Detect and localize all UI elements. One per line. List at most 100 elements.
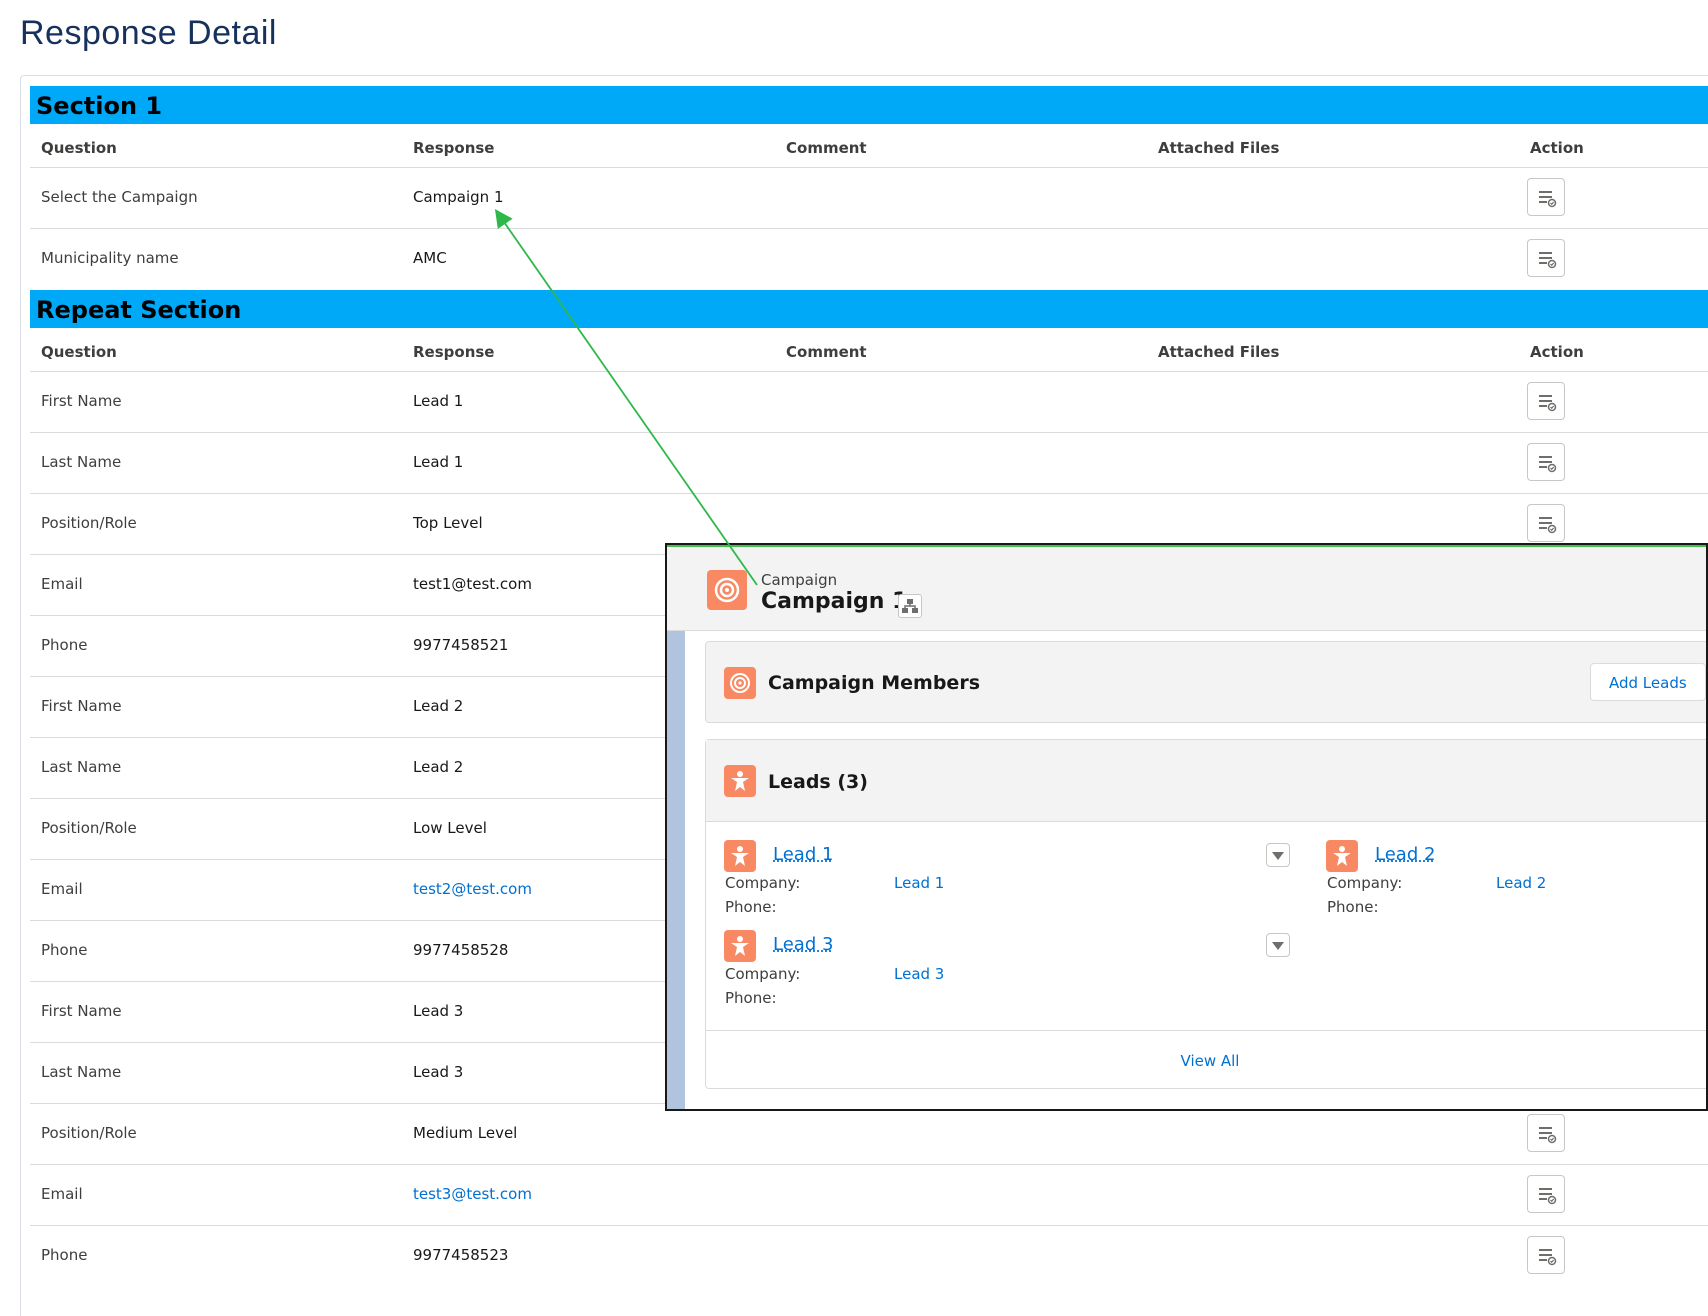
action-icon bbox=[1539, 395, 1557, 412]
response-cell: Top Level bbox=[413, 514, 483, 532]
lead-icon bbox=[724, 840, 756, 872]
response-cell: 9977458521 bbox=[413, 636, 509, 654]
column-attached-files: Attached Files bbox=[1158, 139, 1280, 157]
page-title: Response Detail bbox=[20, 14, 277, 52]
table-row: Municipality name AMC bbox=[30, 228, 1708, 289]
column-comment: Comment bbox=[786, 139, 867, 157]
response-cell: 9977458523 bbox=[413, 1246, 509, 1264]
question-cell: Municipality name bbox=[41, 249, 179, 267]
response-cell: Campaign 1 bbox=[413, 188, 504, 206]
phone-label: Phone: bbox=[1327, 898, 1379, 916]
table-row: Last Name Lead 1 bbox=[30, 432, 1708, 493]
column-response: Response bbox=[413, 139, 495, 157]
action-icon bbox=[1539, 191, 1557, 208]
view-all-link[interactable]: View All bbox=[706, 1052, 1706, 1070]
lead-icon bbox=[724, 765, 756, 797]
question-cell: Last Name bbox=[41, 453, 122, 471]
table-row: First Name Lead 1 bbox=[30, 371, 1708, 432]
question-cell: Email bbox=[41, 575, 83, 593]
section-1-header: Section 1 bbox=[30, 86, 1708, 124]
question-cell: Phone bbox=[41, 941, 88, 959]
response-cell: Low Level bbox=[413, 819, 487, 837]
campaign-members-card: Campaign Members Add Leads bbox=[705, 641, 1706, 723]
lead-icon bbox=[724, 930, 756, 962]
question-cell: Phone bbox=[41, 636, 88, 654]
column-question: Question bbox=[41, 139, 117, 157]
lead-icon bbox=[1326, 840, 1358, 872]
campaign-record-header: Campaign Campaign 1 bbox=[667, 545, 1706, 631]
action-button[interactable] bbox=[1527, 504, 1565, 542]
action-button[interactable] bbox=[1527, 1236, 1565, 1274]
response-cell[interactable]: test3@test.com bbox=[413, 1185, 532, 1203]
leads-card-title: Leads (3) bbox=[768, 771, 868, 793]
question-cell: Select the Campaign bbox=[41, 188, 198, 206]
response-cell: Medium Level bbox=[413, 1124, 518, 1142]
response-cell: Lead 3 bbox=[413, 1002, 464, 1020]
lead-actions-menu[interactable] bbox=[1266, 933, 1290, 957]
response-cell[interactable]: test2@test.com bbox=[413, 880, 532, 898]
campaign-popup: Campaign Campaign 1 Campaign Members Add… bbox=[665, 543, 1708, 1111]
question-cell: First Name bbox=[41, 1002, 122, 1020]
action-icon bbox=[1539, 1249, 1557, 1266]
company-label: Company: bbox=[725, 874, 801, 892]
response-cell: 9977458528 bbox=[413, 941, 509, 959]
column-question: Question bbox=[41, 343, 117, 361]
add-leads-button[interactable]: Add Leads bbox=[1590, 663, 1706, 701]
campaign-members-title: Campaign Members bbox=[768, 672, 980, 694]
question-cell: Phone bbox=[41, 1246, 88, 1264]
column-action: Action bbox=[1530, 343, 1584, 361]
lead-actions-menu[interactable] bbox=[1266, 843, 1290, 867]
action-button[interactable] bbox=[1527, 443, 1565, 481]
response-cell: AMC bbox=[413, 249, 447, 267]
column-attached-files: Attached Files bbox=[1158, 343, 1280, 361]
lead-link[interactable]: Lead 2 bbox=[1375, 844, 1435, 865]
question-cell: First Name bbox=[41, 697, 122, 715]
table-row: Position/Role Medium Level bbox=[30, 1103, 1708, 1164]
action-button[interactable] bbox=[1527, 178, 1565, 216]
action-icon bbox=[1539, 517, 1557, 534]
record-object-type: Campaign bbox=[761, 571, 838, 589]
company-label: Company: bbox=[1327, 874, 1403, 892]
table-row: Select the Campaign Campaign 1 bbox=[30, 167, 1708, 228]
card-divider bbox=[706, 1030, 1706, 1031]
lead-link[interactable]: Lead 1 bbox=[773, 844, 833, 865]
table-row: Email test3@test.com bbox=[30, 1164, 1708, 1225]
company-value[interactable]: Lead 3 bbox=[894, 965, 944, 983]
lead-link[interactable]: Lead 3 bbox=[773, 934, 833, 955]
question-cell: Email bbox=[41, 880, 83, 898]
column-response: Response bbox=[413, 343, 495, 361]
response-cell: Lead 2 bbox=[413, 697, 464, 715]
column-comment: Comment bbox=[786, 343, 867, 361]
question-cell: Last Name bbox=[41, 758, 122, 776]
phone-label: Phone: bbox=[725, 898, 777, 916]
record-name: Campaign 1 bbox=[761, 589, 908, 614]
question-cell: Email bbox=[41, 1185, 83, 1203]
campaign-members-icon bbox=[724, 667, 756, 699]
response-cell: test1@test.com bbox=[413, 575, 532, 593]
repeat-section-header: Repeat Section bbox=[30, 290, 1708, 328]
leads-card-header: Leads (3) bbox=[706, 740, 1706, 822]
response-cell: Lead 2 bbox=[413, 758, 464, 776]
phone-label: Phone: bbox=[725, 989, 777, 1007]
response-cell: Lead 1 bbox=[413, 453, 464, 471]
question-cell: First Name bbox=[41, 392, 122, 410]
hierarchy-button[interactable] bbox=[898, 594, 922, 618]
question-cell: Position/Role bbox=[41, 1124, 137, 1142]
response-cell: Lead 1 bbox=[413, 392, 464, 410]
popup-content: Campaign Members Add Leads Leads (3) Lea… bbox=[685, 631, 1706, 1109]
action-button[interactable] bbox=[1527, 239, 1565, 277]
question-cell: Position/Role bbox=[41, 514, 137, 532]
company-value[interactable]: Lead 1 bbox=[894, 874, 944, 892]
hierarchy-icon bbox=[902, 599, 918, 613]
table-row: Phone 9977458523 bbox=[30, 1225, 1708, 1286]
action-button[interactable] bbox=[1527, 1114, 1565, 1152]
action-button[interactable] bbox=[1527, 1175, 1565, 1213]
action-icon bbox=[1539, 1127, 1557, 1144]
leads-card: Leads (3) Lead 1 Company: Lead 1 Phone: … bbox=[705, 739, 1706, 1089]
question-cell: Last Name bbox=[41, 1063, 122, 1081]
company-label: Company: bbox=[725, 965, 801, 983]
action-button[interactable] bbox=[1527, 382, 1565, 420]
campaign-icon bbox=[707, 570, 747, 610]
action-icon bbox=[1539, 456, 1557, 473]
company-value[interactable]: Lead 2 bbox=[1496, 874, 1546, 892]
